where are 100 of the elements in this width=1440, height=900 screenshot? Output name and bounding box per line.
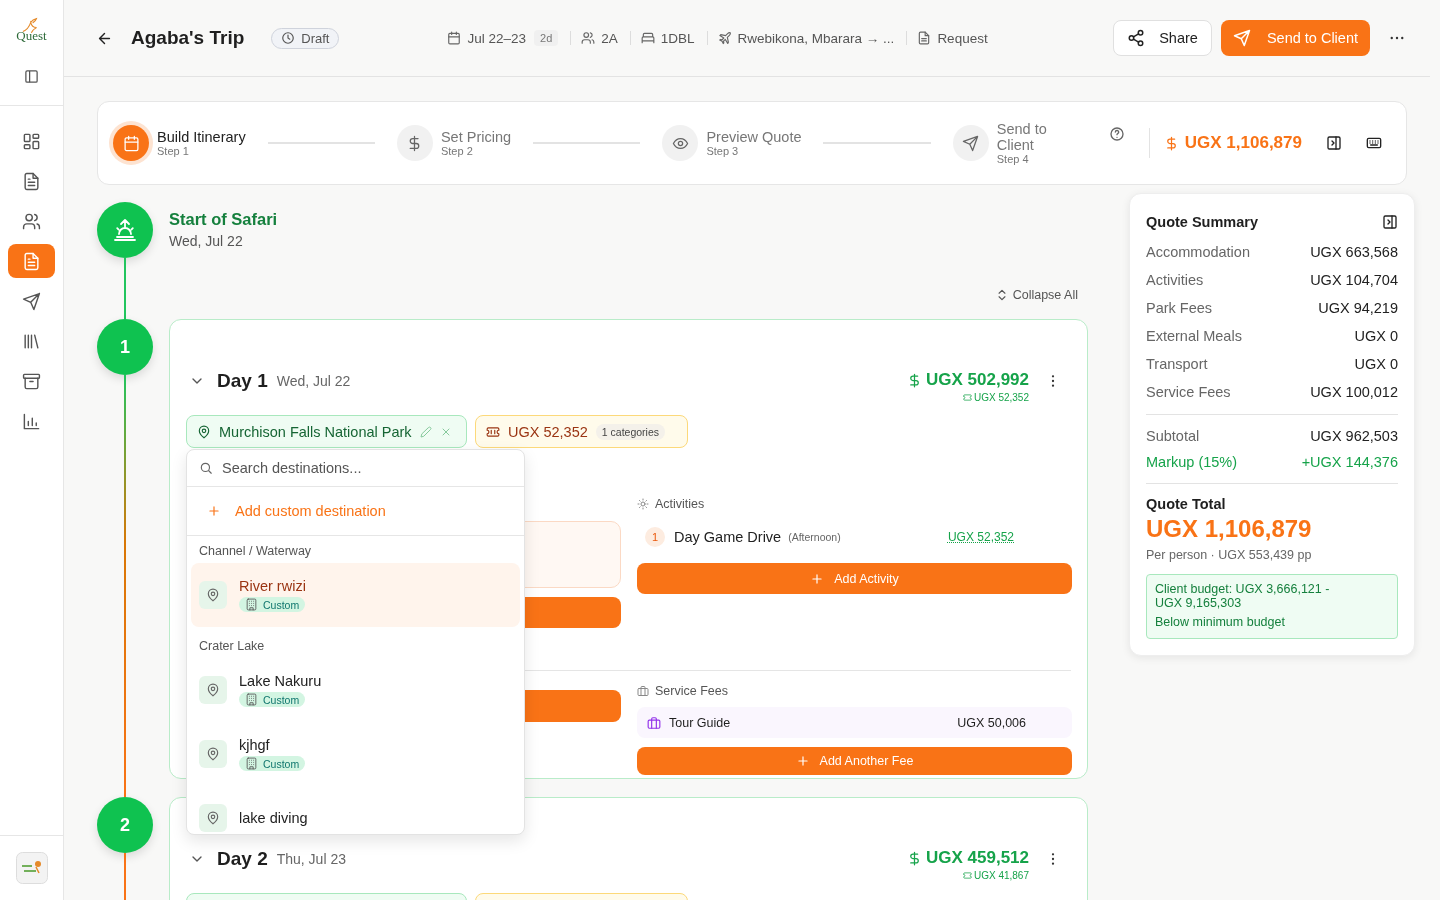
destination-name: Murchison Falls National Park bbox=[219, 423, 412, 440]
trip-title: Agaba's Trip bbox=[131, 27, 245, 49]
markup-label: Markup (15%) bbox=[1146, 454, 1238, 470]
keyboard-icon[interactable] bbox=[1366, 135, 1382, 151]
help-icon[interactable] bbox=[1108, 126, 1125, 142]
guest-count: 2A bbox=[601, 30, 618, 46]
brand-name: Quest bbox=[16, 28, 47, 44]
day-date: Thu, Jul 23 bbox=[276, 850, 346, 867]
step-number: Step 3 bbox=[706, 145, 740, 157]
map-pin-icon bbox=[206, 683, 220, 697]
panel-toggle-icon[interactable] bbox=[1326, 135, 1342, 151]
summary-label: Accommodation bbox=[1146, 244, 1250, 260]
briefcase-icon bbox=[637, 685, 649, 697]
map-pin-icon bbox=[206, 747, 220, 761]
step-circle[interactable] bbox=[662, 125, 699, 161]
summary-value: UGX 663,568 bbox=[1310, 244, 1398, 260]
plus-icon bbox=[810, 571, 825, 586]
group-heading: Crater Lake bbox=[198, 638, 266, 655]
step-label[interactable]: Set Pricing bbox=[440, 129, 512, 145]
subtotal-label: Subtotal bbox=[1146, 428, 1200, 444]
clock-icon bbox=[281, 31, 296, 45]
custom-tag: Custom bbox=[239, 692, 306, 707]
send-icon bbox=[962, 134, 980, 152]
trip-dates: Jul 22–23 bbox=[467, 30, 526, 46]
day-label: Day 2 bbox=[217, 847, 268, 870]
company-logo-icon[interactable] bbox=[15, 852, 48, 884]
sidebar-toggle-icon[interactable] bbox=[24, 69, 39, 84]
quote-total: UGX 1,106,879 bbox=[1146, 515, 1313, 543]
activity-time: (Afternoon) bbox=[788, 531, 841, 543]
option-name: Lake Nakuru bbox=[239, 673, 322, 689]
start-title: Start of Safari bbox=[169, 210, 279, 229]
destination-option[interactable]: River rwizi Custom bbox=[191, 563, 520, 627]
room-count: 1DBL bbox=[660, 30, 695, 46]
building-icon bbox=[245, 757, 258, 770]
search-field[interactable]: Search destinations... bbox=[222, 460, 512, 476]
markup-value: +UGX 144,376 bbox=[1301, 454, 1398, 470]
subtotal-value: UGX 962,503 bbox=[1310, 428, 1398, 444]
bed-icon bbox=[640, 31, 655, 45]
step-circle[interactable] bbox=[396, 125, 433, 161]
category-count: 1 categories bbox=[595, 423, 665, 440]
dashboard-icon bbox=[22, 131, 41, 151]
briefcase-icon bbox=[647, 715, 661, 730]
summary-value: UGX 0 bbox=[1354, 328, 1398, 344]
step-number: Step 1 bbox=[157, 145, 190, 157]
dollar-icon bbox=[907, 372, 922, 388]
day-node: 1 bbox=[97, 319, 153, 375]
destination-option[interactable]: kjhgf Custom bbox=[191, 722, 520, 786]
step-circle[interactable] bbox=[952, 125, 989, 161]
destination-option[interactable]: lake diving bbox=[191, 786, 520, 834]
send-icon bbox=[22, 291, 41, 311]
step-circle[interactable] bbox=[113, 125, 149, 161]
trip-route: Rwebikona, Mbarara → ... bbox=[737, 30, 895, 46]
request-link[interactable]: Request bbox=[937, 30, 988, 46]
quote-total-label: Quote Total bbox=[1146, 496, 1227, 512]
summary-label: Service Fees bbox=[1146, 384, 1231, 400]
fee-name: Tour Guide bbox=[669, 715, 731, 730]
park-fees-amount: UGX 52,352 bbox=[508, 423, 588, 440]
day-fees-total: UGX 41,867 bbox=[973, 870, 1029, 881]
calendar-icon bbox=[447, 31, 462, 45]
document-icon bbox=[22, 251, 41, 271]
group-heading: Channel / Waterway bbox=[198, 543, 313, 560]
status-label: Draft bbox=[301, 30, 330, 46]
summary-label: Activities bbox=[1146, 272, 1204, 288]
step-label[interactable]: Send to Client bbox=[996, 121, 1059, 153]
section-title: Activities bbox=[655, 497, 705, 511]
step-label[interactable]: Preview Quote bbox=[706, 129, 802, 145]
chart-icon bbox=[22, 411, 41, 431]
map-pin-icon bbox=[206, 588, 220, 602]
day-fees-total: UGX 52,352 bbox=[973, 392, 1029, 403]
day-label: Day 1 bbox=[217, 369, 268, 392]
budget-status: Below minimum budget bbox=[1155, 615, 1286, 629]
option-name: River rwizi bbox=[239, 578, 306, 594]
ticket-icon bbox=[486, 424, 500, 439]
panel-toggle-icon[interactable] bbox=[1382, 214, 1398, 230]
step-label[interactable]: Build Itinerary bbox=[157, 129, 246, 145]
plus-icon bbox=[207, 504, 221, 518]
users-icon bbox=[22, 211, 41, 231]
document-icon bbox=[917, 31, 932, 45]
option-name: kjhgf bbox=[239, 737, 270, 753]
building-icon bbox=[245, 598, 258, 611]
library-icon bbox=[22, 331, 41, 351]
day-total: UGX 459,512 bbox=[926, 848, 1029, 868]
step-number: Step 2 bbox=[440, 145, 474, 157]
share-button[interactable]: Share bbox=[1113, 20, 1212, 56]
archive-icon bbox=[22, 371, 41, 391]
summary-label: External Meals bbox=[1146, 328, 1242, 344]
map-pin-icon bbox=[197, 424, 211, 439]
stepper-total: UGX 1,106,879 bbox=[1184, 133, 1302, 153]
day-node: 2 bbox=[97, 797, 153, 853]
destination-option[interactable]: Lake Nakuru Custom bbox=[191, 658, 520, 722]
add-custom-label: Add custom destination bbox=[235, 503, 386, 519]
park-fees-chip[interactable]: UGX 52,352 1 categories bbox=[475, 415, 688, 448]
summary-value: UGX 104,704 bbox=[1310, 272, 1398, 288]
collapse-all-button[interactable]: Collapse All bbox=[994, 288, 1088, 302]
per-person-price: Per person · UGX 553,439 pp bbox=[1146, 548, 1313, 562]
send-icon bbox=[1232, 29, 1251, 47]
calendar-icon bbox=[122, 134, 140, 152]
custom-tag: Custom bbox=[239, 756, 306, 771]
summary-label: Transport bbox=[1146, 356, 1208, 372]
plus-icon bbox=[795, 754, 810, 768]
